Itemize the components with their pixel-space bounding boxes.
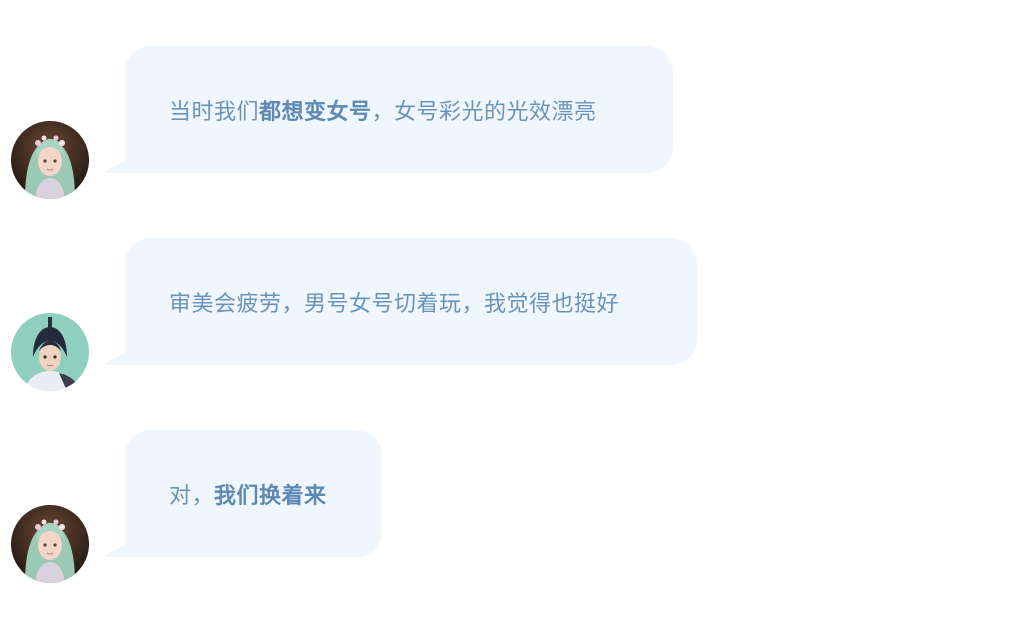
chat-message: 审美会疲劳，男号女号切着玩，我觉得也挺好 xyxy=(0,238,1036,398)
message-bubble: 审美会疲劳，男号女号切着玩，我觉得也挺好 xyxy=(125,238,697,365)
female-character-avatar[interactable] xyxy=(11,121,89,199)
message-text-part: 对， xyxy=(169,483,215,509)
bubble-tail xyxy=(103,543,127,557)
message-text-part: ，女号彩光的光效漂亮 xyxy=(371,99,597,125)
message-text: 当时我们都想变女号，女号彩光的光效漂亮 xyxy=(169,94,597,126)
message-bubble: 当时我们都想变女号，女号彩光的光效漂亮 xyxy=(125,46,673,173)
male-character-avatar[interactable] xyxy=(11,313,89,391)
chat-thread: 当时我们都想变女号，女号彩光的光效漂亮 审美会疲劳，男号女号切着玩，我觉得也挺好 xyxy=(0,0,1036,622)
bubble-tail xyxy=(103,159,127,173)
message-text-part: 审美会疲劳，男号女号切着玩，我觉得也挺好 xyxy=(169,291,620,317)
message-text: 审美会疲劳，男号女号切着玩，我觉得也挺好 xyxy=(169,286,619,318)
message-text-emphasis: 都想变女号 xyxy=(259,99,372,125)
message-text: 对，我们换着来 xyxy=(169,478,327,510)
message-bubble: 对，我们换着来 xyxy=(125,430,382,557)
message-text-part: 当时我们 xyxy=(169,99,260,125)
female-character-avatar[interactable] xyxy=(11,505,89,583)
chat-message: 对，我们换着来 xyxy=(0,430,1036,590)
bubble-tail xyxy=(103,351,127,365)
message-text-emphasis: 我们换着来 xyxy=(214,483,327,509)
chat-message: 当时我们都想变女号，女号彩光的光效漂亮 xyxy=(0,46,1036,206)
